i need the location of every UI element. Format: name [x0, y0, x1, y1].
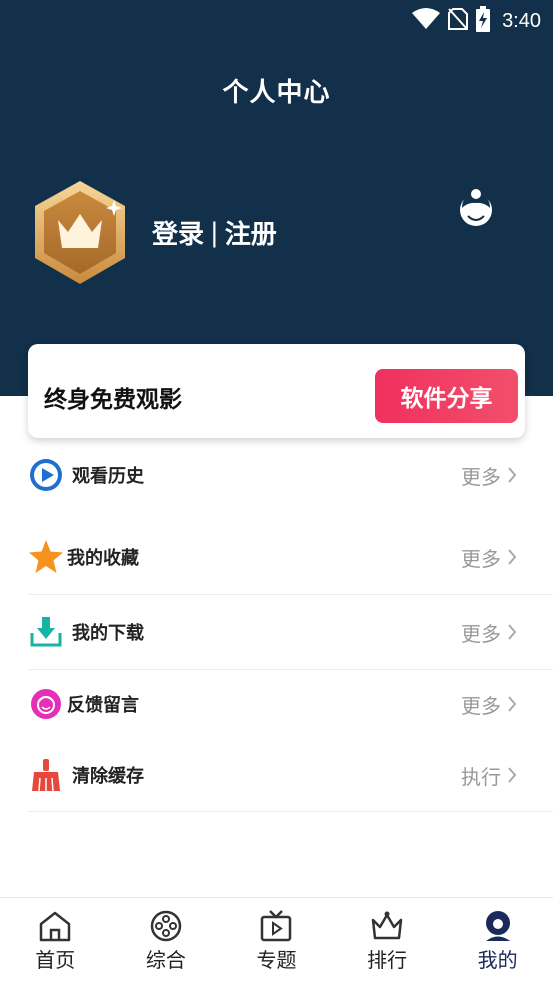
status-bar: 3:40	[0, 0, 553, 38]
nav-item-home[interactable]: 首页	[0, 898, 111, 983]
chevron-right-icon	[508, 767, 517, 783]
register-link[interactable]: 注册	[225, 214, 277, 251]
broom-icon	[28, 757, 64, 793]
login-register[interactable]: 登录 | 注册	[152, 214, 277, 251]
menu-item-clear-cache[interactable]: 清除缓存 执行	[28, 738, 525, 812]
bottom-nav: 首页 综合 专题 排行 我的	[0, 897, 553, 983]
nav-label: 综合	[145, 948, 186, 972]
nav-item-general[interactable]: 综合	[111, 898, 222, 983]
promo-text: 终身免费观影	[44, 387, 182, 413]
film-reel-icon	[150, 910, 182, 942]
nav-label: 首页	[35, 948, 76, 972]
menu-item-label: 我的下载	[72, 623, 144, 644]
login-link[interactable]: 登录	[152, 214, 204, 251]
nav-item-ranking[interactable]: 排行	[332, 898, 443, 983]
menu-item-action[interactable]: 更多	[461, 543, 517, 572]
menu-item-action[interactable]: 执行	[461, 761, 517, 790]
wifi-icon	[412, 8, 441, 34]
chevron-right-icon	[508, 549, 517, 565]
nav-label: 排行	[367, 948, 408, 972]
tv-icon	[261, 910, 292, 942]
menu-item-label: 观看历史	[72, 466, 144, 487]
share-software-button[interactable]: 软件分享	[375, 369, 518, 423]
menu-item-action-label: 执行	[461, 764, 501, 789]
menu-item-action[interactable]: 更多	[461, 618, 517, 647]
menu-item-action-label: 更多	[461, 693, 501, 718]
battery-charging-icon	[476, 6, 491, 36]
nav-label: 我的	[477, 948, 518, 972]
chevron-right-icon	[508, 467, 517, 483]
menu-item-action[interactable]: 更多	[461, 461, 517, 490]
menu-item-watch-history[interactable]: 观看历史 更多	[28, 438, 525, 512]
menu-item-action-label: 更多	[461, 546, 501, 571]
menu-item-feedback[interactable]: 反馈留言 更多	[28, 667, 525, 741]
chevron-right-icon	[508, 696, 517, 712]
nav-item-mine[interactable]: 我的	[442, 898, 553, 983]
crown-icon	[371, 911, 403, 940]
menu-item-label: 反馈留言	[67, 695, 139, 716]
menu-item-action-label: 更多	[461, 621, 501, 646]
menu-item-downloads[interactable]: 我的下载 更多	[28, 595, 525, 669]
menu-item-label: 我的收藏	[67, 548, 139, 569]
crown-badge-icon[interactable]	[30, 178, 130, 288]
chevron-right-icon	[508, 624, 517, 640]
nav-item-topics[interactable]: 专题	[221, 898, 332, 983]
no-sim-icon	[448, 7, 469, 35]
feedback-icon	[28, 686, 64, 722]
divider	[28, 811, 553, 812]
promo-card: 终身免费观影 软件分享	[28, 344, 525, 438]
star-icon	[28, 539, 64, 575]
play-history-icon	[28, 457, 64, 493]
customer-service-icon[interactable]	[456, 188, 496, 230]
download-icon	[28, 614, 64, 650]
menu-item-action-label: 更多	[461, 464, 501, 489]
menu-item-label: 清除缓存	[72, 766, 144, 787]
menu-item-action[interactable]: 更多	[461, 690, 517, 719]
home-icon	[40, 911, 71, 942]
login-separator: |	[210, 217, 219, 248]
page-title: 个人中心	[222, 78, 331, 108]
menu-item-favorites[interactable]: 我的收藏 更多	[28, 520, 525, 594]
nav-label: 专题	[256, 948, 297, 972]
status-time: 3:40	[502, 9, 541, 32]
profile-icon	[485, 911, 510, 941]
